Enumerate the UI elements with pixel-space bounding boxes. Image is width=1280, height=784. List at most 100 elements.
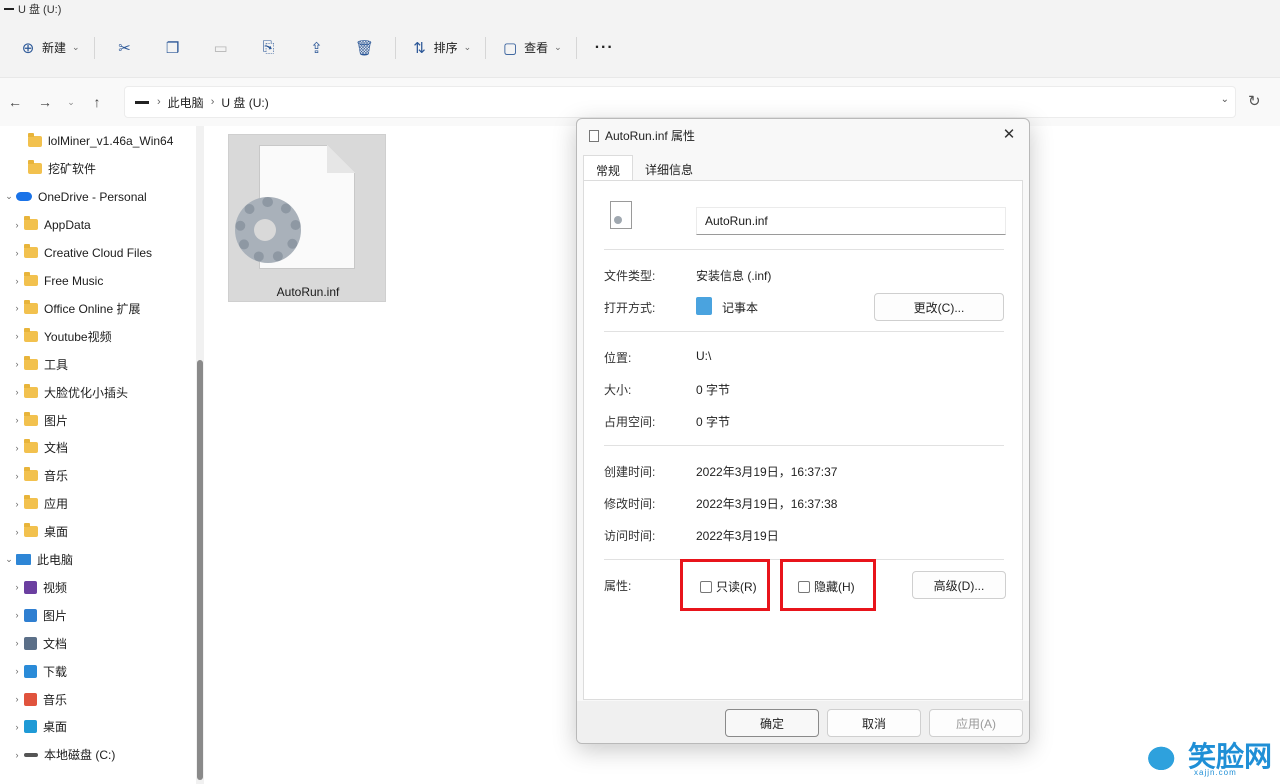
back-button[interactable]: ← [0, 87, 30, 117]
copy-button[interactable]: ❐ [149, 32, 197, 64]
cancel-button[interactable]: 取消 [827, 709, 921, 737]
size-label: 大小: [604, 383, 632, 397]
chevron-right-icon[interactable]: › [10, 638, 24, 648]
chevron-down-icon: ⌄ [554, 42, 562, 52]
chevron-right-icon[interactable]: › [10, 527, 24, 537]
sidebar-item[interactable]: › 桌面 [10, 521, 68, 543]
chevron-right-icon[interactable]: › [10, 694, 24, 704]
cut-button[interactable]: ✂ [101, 32, 149, 64]
chevron-right-icon[interactable]: › [10, 415, 24, 425]
chevron-right-icon[interactable]: › [10, 722, 24, 732]
sidebar-item[interactable]: 挖矿软件 [10, 158, 96, 180]
chevron-right-icon[interactable]: › [10, 750, 24, 760]
chevron-right-icon[interactable]: › [10, 387, 24, 397]
window-title: U 盘 (U:) [18, 4, 62, 16]
sidebar-item[interactable]: › Creative Cloud Files [10, 242, 152, 264]
size-value: 0 字节 [696, 383, 731, 397]
close-button[interactable]: ✕ [997, 123, 1021, 145]
sidebar-item[interactable]: › 本地磁盘 (C:) [10, 744, 116, 766]
new-button[interactable]: ⊕ 新建 ⌄ [10, 32, 88, 64]
chevron-right-icon[interactable]: › [10, 359, 24, 369]
dialog-title: AutoRun.inf 属性 [605, 129, 696, 143]
accessed-value: 2022年3月19日 [696, 529, 779, 543]
chevron-down-icon[interactable]: ⌄ [2, 554, 16, 565]
sidebar-item[interactable]: › Free Music [10, 270, 103, 292]
sidebar-item[interactable]: › Youtube视频 [10, 325, 112, 347]
scissors-icon: ✂ [118, 39, 131, 57]
sidebar-item[interactable]: › 大脸优化小插头 [10, 381, 128, 403]
sidebar-item[interactable]: › AppData [10, 214, 91, 236]
sidebar-item[interactable]: › 应用 [10, 493, 68, 515]
sidebar-item[interactable]: › 视频 [10, 576, 67, 598]
location-label: 位置: [604, 351, 632, 365]
up-button[interactable]: ↑ [82, 87, 112, 117]
sidebar-item[interactable]: › Office Online 扩展 [10, 297, 140, 319]
created-label: 创建时间: [604, 465, 656, 479]
refresh-icon[interactable]: ↻ [1248, 92, 1261, 110]
sidebar-item-label: 本地磁盘 (C:) [44, 748, 116, 763]
tab-general[interactable]: 常规 [583, 155, 634, 181]
chevron-right-icon[interactable]: › [10, 331, 24, 341]
share-button[interactable]: ⇪ [293, 32, 341, 64]
change-button[interactable]: 更改(C)... [874, 293, 1004, 321]
chevron-right-icon[interactable]: › [10, 220, 24, 230]
forward-button[interactable]: → [30, 87, 60, 117]
chevron-right-icon[interactable]: › [10, 499, 24, 509]
disk-size-label: 占用空间: [604, 415, 656, 429]
rename-button[interactable]: ⎘ [245, 32, 293, 64]
sidebar-item[interactable]: › 音乐 [10, 688, 67, 710]
sidebar-item[interactable]: › 桌面 [10, 716, 67, 738]
sidebar-item[interactable]: ⌄ OneDrive - Personal [2, 186, 147, 208]
created-value: 2022年3月19日，16:37:37 [696, 465, 838, 479]
sidebar-item-label: 挖矿软件 [48, 162, 97, 177]
file-item-autorun[interactable]: AutoRun.inf [228, 134, 386, 302]
chevron-down-icon[interactable]: ⌄ [1221, 94, 1229, 105]
filename-input[interactable]: AutoRun.inf [696, 207, 1006, 235]
tab-details[interactable]: 详细信息 [633, 155, 705, 181]
chevron-down-icon[interactable]: ⌄ [2, 191, 16, 202]
address-bar[interactable]: › 此电脑 › U 盘 (U:) ⌄ [124, 86, 1236, 118]
view-label: 查看 [524, 41, 549, 55]
breadcrumb-this-pc[interactable]: 此电脑 [168, 94, 204, 111]
ok-button[interactable]: 确定 [725, 709, 819, 737]
chevron-right-icon[interactable]: › [10, 471, 24, 481]
sidebar-item[interactable]: › 工具 [10, 353, 68, 375]
toolbar-divider [93, 36, 95, 59]
apply-button[interactable]: 应用(A) [929, 709, 1023, 737]
chevron-right-icon[interactable]: › [10, 248, 24, 258]
sidebar-item[interactable]: lolMiner_v1.46a_Win64 [10, 130, 173, 152]
sidebar-item[interactable]: › 图片 [10, 604, 67, 626]
advanced-button[interactable]: 高级(D)... [912, 571, 1006, 599]
chevron-right-icon[interactable]: › [10, 610, 24, 620]
sidebar-scroll-thumb[interactable] [197, 360, 203, 780]
chevron-down-icon: ⌄ [463, 42, 472, 52]
sidebar-item[interactable]: › 图片 [10, 409, 68, 431]
view-button[interactable]: ▢ 查看 ⌄ [492, 32, 570, 64]
sort-button[interactable]: ⇅ 排序 ⌄ [402, 32, 480, 64]
properties-dialog: AutoRun.inf 属性 ✕ 常规 详细信息 AutoRun.inf 文件类… [576, 118, 1030, 744]
chevron-right-icon[interactable]: › [10, 443, 24, 453]
delete-button[interactable]: 🗑 [341, 32, 389, 64]
general-panel: AutoRun.inf 文件类型: 安装信息 (.inf) 打开方式: 记事本 … [583, 180, 1023, 700]
sidebar-item[interactable]: › 下载 [10, 660, 67, 682]
paste-button[interactable]: ▭ [197, 32, 245, 64]
breadcrumb-u-drive[interactable]: U 盘 (U:) [221, 94, 268, 111]
disk-size-value: 0 字节 [696, 415, 731, 429]
folder-icon [24, 272, 38, 286]
new-label: 新建 [42, 41, 67, 55]
more-button[interactable]: ··· [583, 32, 622, 64]
chevron-right-icon[interactable]: › [10, 276, 24, 286]
gear-hole [254, 219, 276, 241]
chevron-right-icon[interactable]: › [10, 582, 24, 592]
sidebar-item[interactable]: ⌄ 此电脑 [2, 549, 73, 571]
chevron-right-icon[interactable]: › [10, 666, 24, 676]
sidebar-item-label: Creative Cloud Files [44, 245, 153, 260]
sidebar-item-label: Office Online 扩展 [44, 301, 141, 316]
sidebar-item[interactable]: › 音乐 [10, 465, 68, 487]
sidebar-item[interactable]: › 文档 [10, 632, 67, 654]
recent-locations-button[interactable]: ⌄ [60, 87, 82, 117]
share-icon: ⇪ [310, 39, 323, 57]
view-icon: ▢ [503, 39, 518, 57]
sidebar-item[interactable]: › 文档 [10, 437, 68, 459]
chevron-right-icon[interactable]: › [10, 303, 24, 313]
